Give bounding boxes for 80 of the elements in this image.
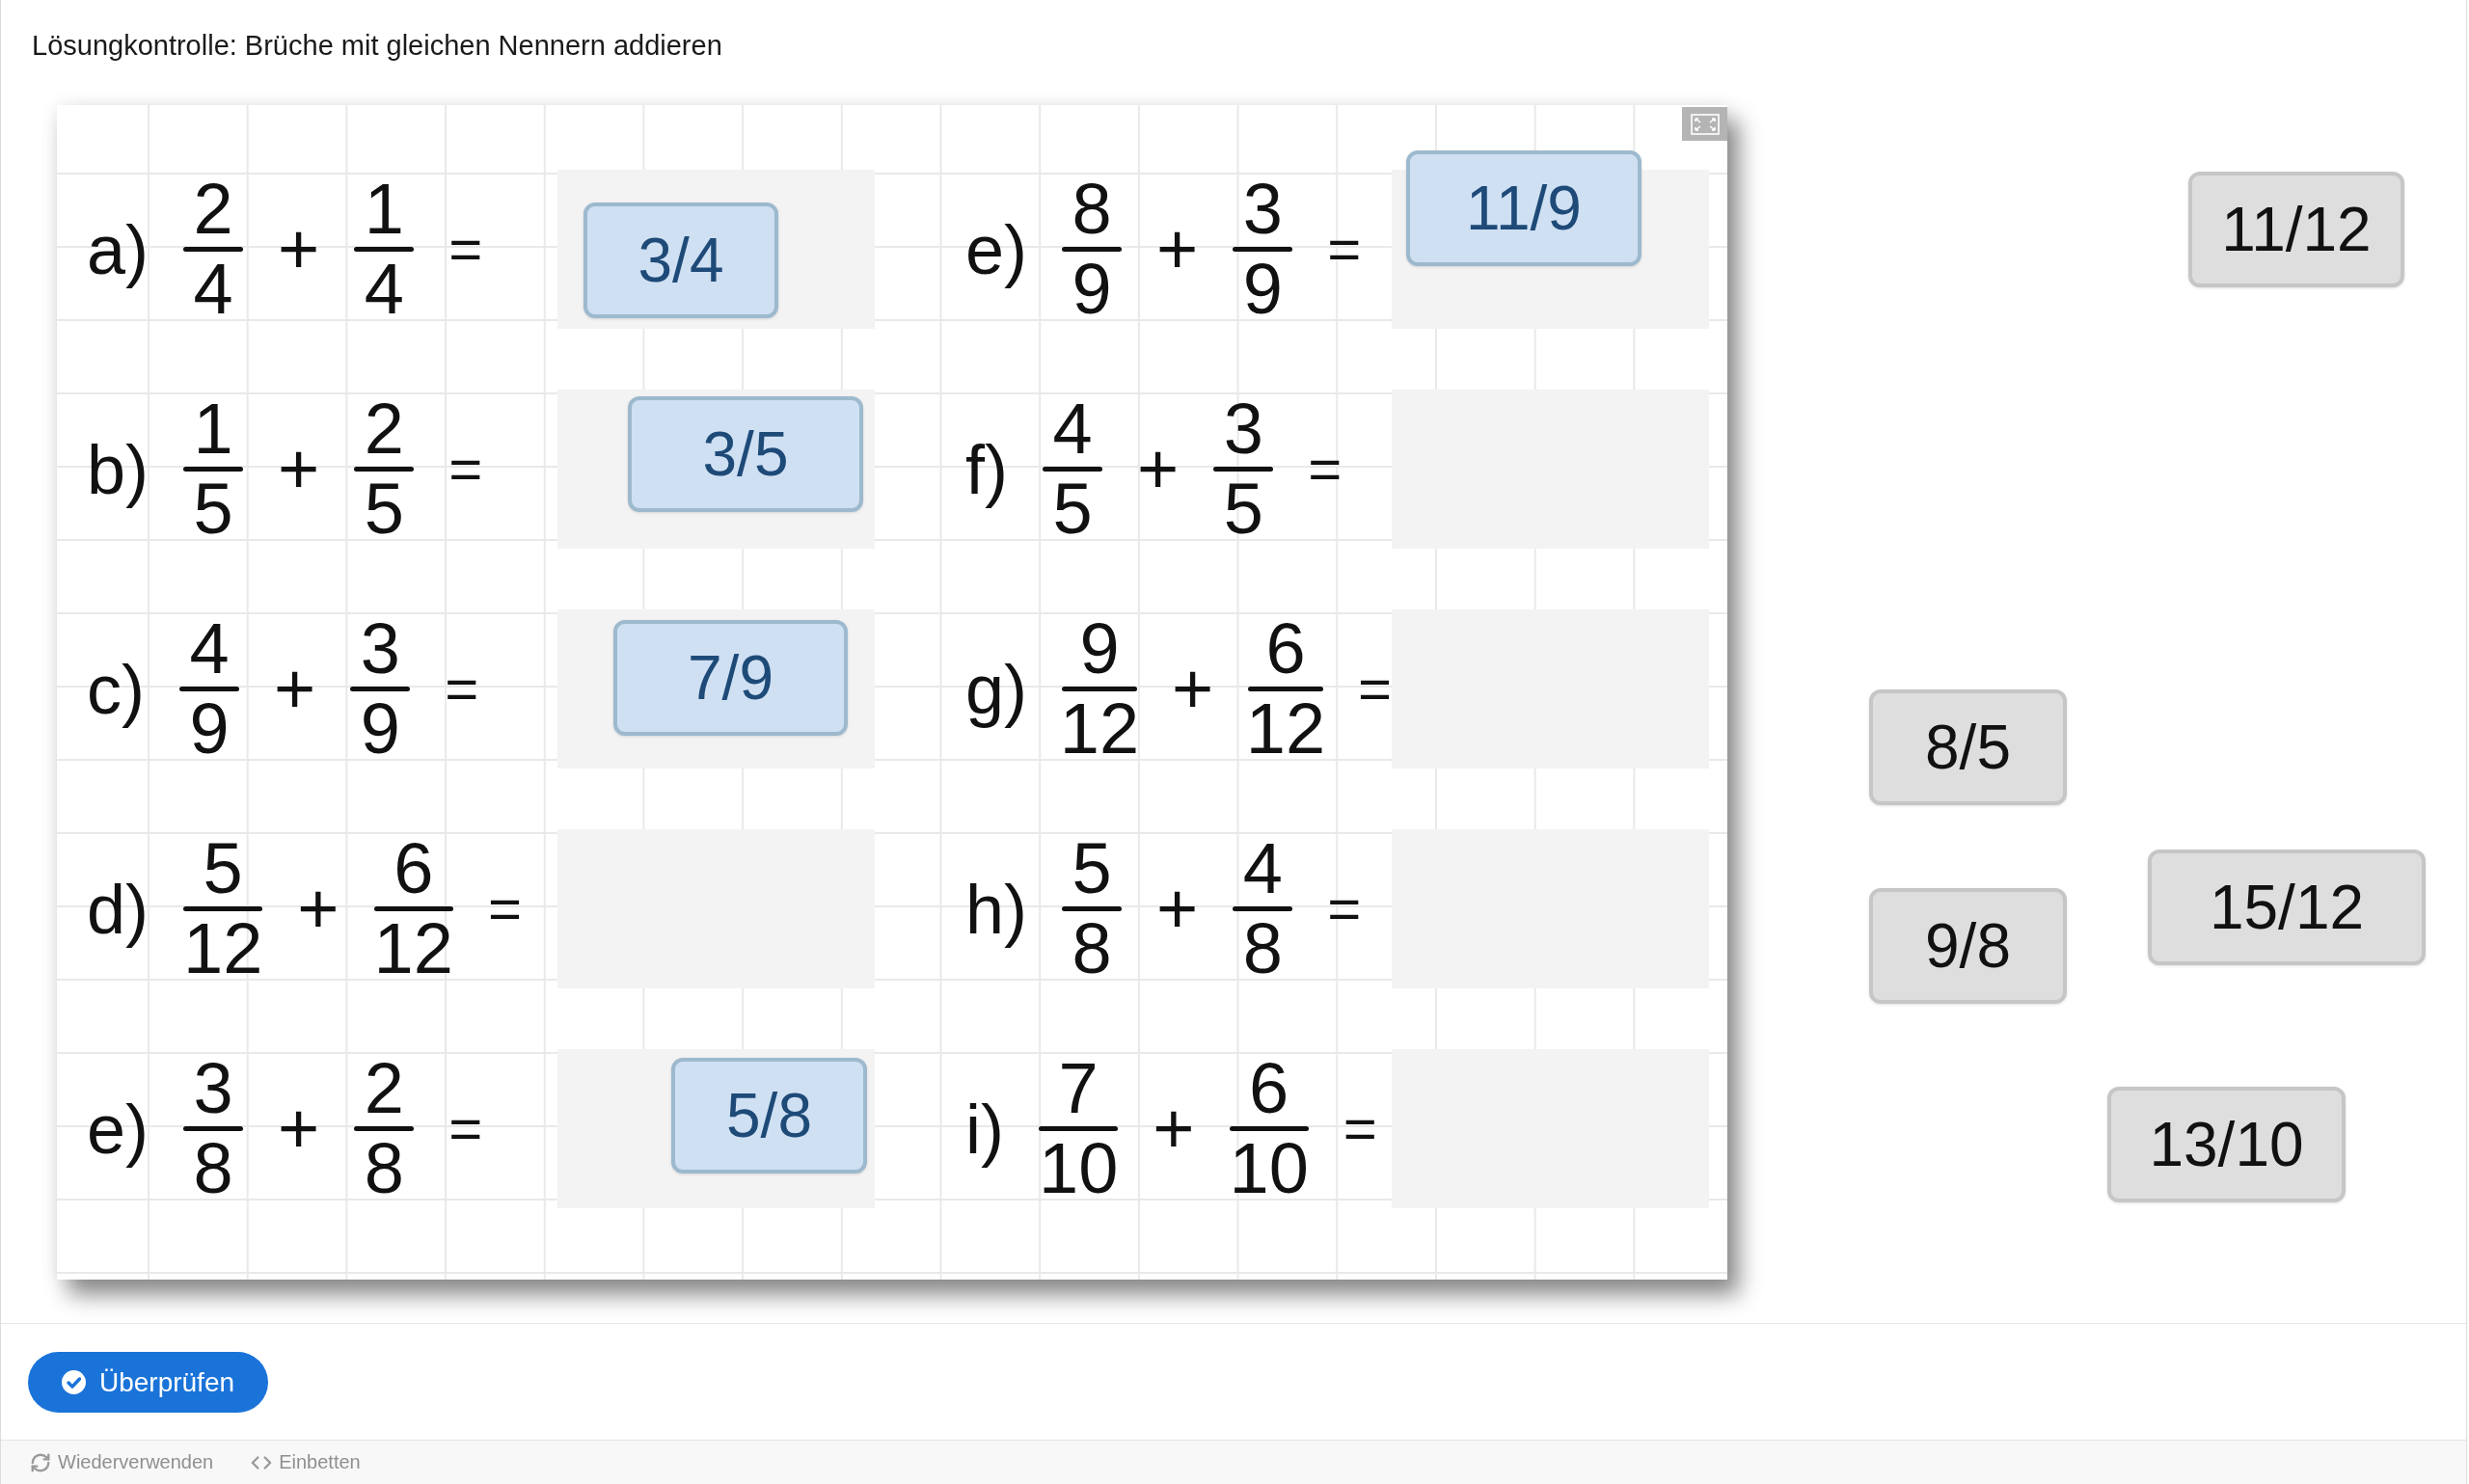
denominator: 5 <box>1223 473 1263 545</box>
plus-sign: + <box>274 653 316 725</box>
numerator: 1 <box>364 174 404 245</box>
numerator: 1 <box>193 393 233 465</box>
draggable-answer[interactable]: 11/12 <box>2188 172 2404 287</box>
plus-sign: + <box>1153 1093 1195 1165</box>
draggable-answer[interactable]: 13/10 <box>2107 1087 2346 1202</box>
plus-sign: + <box>1156 213 1199 285</box>
denominator: 5 <box>1052 473 1093 545</box>
drop-zone[interactable]: 3/4 <box>557 170 875 329</box>
plus-sign: + <box>1171 653 1214 725</box>
denominator: 4 <box>364 254 404 325</box>
numerator: 6 <box>393 833 434 904</box>
equals-sign: = <box>1357 660 1392 718</box>
numerator: 6 <box>1265 613 1306 685</box>
exercise-title: Lösungkontrolle: Brüche mit gleichen Nennern addieren <box>32 30 722 61</box>
draggable-answer[interactable]: 3/4 <box>583 202 778 318</box>
denominator: 9 <box>360 693 400 765</box>
equals-sign: = <box>1327 220 1362 279</box>
draggable-answer[interactable]: 5/8 <box>671 1058 867 1174</box>
denominator: 12 <box>1059 693 1140 765</box>
numerator: 3 <box>1223 393 1263 465</box>
plus-sign: + <box>278 433 320 505</box>
numerator: 2 <box>193 174 233 245</box>
denominator: 10 <box>1229 1133 1309 1204</box>
denominator: 4 <box>193 254 233 325</box>
equals-sign: = <box>487 879 522 938</box>
equals-sign: = <box>448 220 483 279</box>
plus-sign: + <box>278 1093 320 1165</box>
equals-sign: = <box>448 1099 483 1158</box>
denominator: 8 <box>1072 913 1112 985</box>
numerator: 4 <box>189 613 230 685</box>
denominator: 9 <box>1072 254 1112 325</box>
numerator: 2 <box>364 1053 404 1124</box>
numerator: 6 <box>1249 1053 1289 1124</box>
denominator: 8 <box>1242 913 1283 985</box>
plus-sign: + <box>297 873 339 945</box>
equals-sign: = <box>445 660 479 718</box>
denominator: 8 <box>193 1133 233 1204</box>
denominator: 9 <box>1242 254 1283 325</box>
fullscreen-button[interactable] <box>1682 107 1727 141</box>
numerator: 5 <box>203 833 243 904</box>
numerator: 4 <box>1242 833 1283 904</box>
denominator: 5 <box>364 473 404 545</box>
draggable-answer[interactable]: 9/8 <box>1869 888 2067 1004</box>
drop-zone[interactable]: 3/5 <box>557 390 875 549</box>
numerator: 3 <box>1242 174 1283 245</box>
drop-zone[interactable]: 7/9 <box>557 609 875 769</box>
denominator: 10 <box>1039 1133 1119 1204</box>
draggable-answer[interactable]: 8/5 <box>1869 689 2067 805</box>
equals-sign: = <box>1343 1099 1377 1158</box>
numerator: 2 <box>364 393 404 465</box>
numerator: 3 <box>360 613 400 685</box>
numerator: 3 <box>193 1053 233 1124</box>
denominator: 5 <box>193 473 233 545</box>
draggable-answer[interactable]: 11/9 <box>1406 150 1641 266</box>
drop-zone[interactable]: 5/8 <box>557 1049 875 1208</box>
denominator: 12 <box>183 913 263 985</box>
check-circle-icon <box>61 1370 86 1394</box>
equals-sign: = <box>1327 879 1362 938</box>
plus-sign: + <box>1137 433 1180 505</box>
draggable-answer[interactable]: 3/5 <box>628 396 863 512</box>
equals-sign: = <box>448 440 483 499</box>
numerator: 5 <box>1072 833 1112 904</box>
numerator: 9 <box>1079 613 1120 685</box>
draggable-answer[interactable]: 15/12 <box>2148 850 2426 965</box>
numerator: 8 <box>1072 174 1112 245</box>
numerator: 7 <box>1058 1053 1099 1124</box>
expand-icon <box>1690 113 1720 135</box>
denominator: 8 <box>364 1133 404 1204</box>
denominator: 12 <box>373 913 453 985</box>
check-button[interactable]: Überprüfen <box>28 1352 268 1413</box>
draggable-answer[interactable]: 7/9 <box>613 620 848 736</box>
equals-sign: = <box>1308 440 1343 499</box>
denominator: 12 <box>1245 693 1326 765</box>
refresh-icon <box>30 1451 51 1473</box>
denominator: 9 <box>189 693 230 765</box>
plus-sign: + <box>278 213 320 285</box>
numerator: 4 <box>1052 393 1093 465</box>
plus-sign: + <box>1156 873 1199 945</box>
